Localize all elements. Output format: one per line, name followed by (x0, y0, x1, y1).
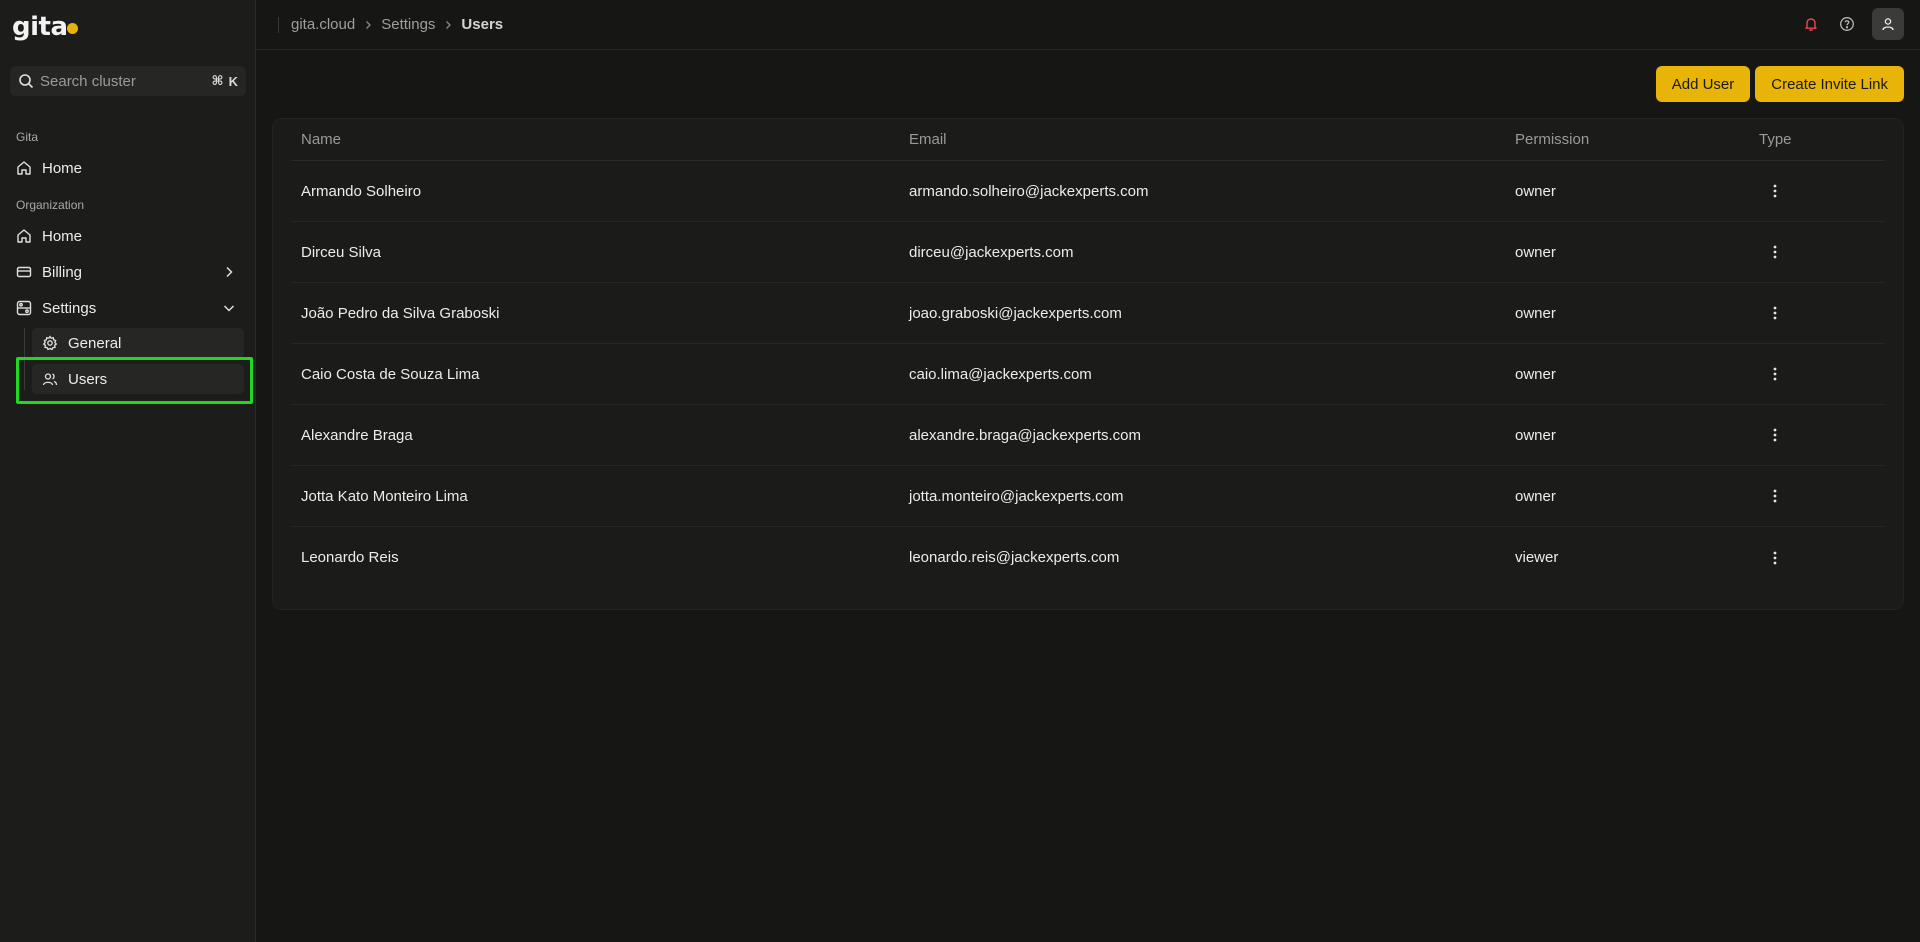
notification-bell-icon[interactable] (1800, 13, 1822, 35)
section-label-gita: Gita (16, 130, 39, 144)
column-header-email[interactable]: Email (899, 131, 1507, 148)
breadcrumb-item-gita-cloud[interactable]: gita.cloud (291, 16, 355, 33)
user-name-cell: Leonardo Reis (301, 549, 399, 566)
column-header-type[interactable]: Type (1751, 131, 1871, 148)
user-email-cell: armando.solheiro@jackexperts.com (909, 182, 1149, 200)
sidebar-item-label: Home (42, 227, 83, 245)
main-content: gita.cloud Settings Users Add User Creat… (256, 0, 1920, 942)
table-row: Alexandre Braga alexandre.braga@jackexpe… (291, 405, 1885, 466)
create-invite-link-button[interactable]: Create Invite Link (1755, 66, 1904, 102)
sidebar-item-label: Home (42, 159, 83, 177)
user-email-cell: caio.lima@jackexperts.com (909, 365, 1092, 383)
row-actions-kebab-icon[interactable] (1757, 546, 1793, 570)
section-label-organization: Organization (16, 198, 85, 212)
table-body: Armando Solheiro armando.solheiro@jackex… (291, 161, 1885, 588)
breadcrumb-chevron-icon (443, 20, 453, 30)
sidebar-item-gita-home[interactable]: Home (14, 153, 244, 183)
table-row: Caio Costa de Souza Lima caio.lima@jacke… (291, 344, 1885, 405)
user-name-cell: Caio Costa de Souza Lima (301, 365, 480, 383)
row-actions-kebab-icon[interactable] (1757, 484, 1793, 508)
user-name-cell: João Pedro da Silva Graboski (301, 304, 500, 322)
user-name-cell: Jotta Kato Monteiro Lima (301, 487, 468, 505)
gear-icon (42, 335, 58, 351)
user-name-cell: Dirceu Silva (301, 243, 382, 261)
sidebar-item-billing[interactable]: Billing (14, 257, 244, 287)
app-root: gita Search cluster ⌘ K Gita Home Organi… (0, 0, 1920, 942)
user-permission-cell: viewer (1515, 549, 1559, 566)
sidebar-item-org-home[interactable]: Home (14, 221, 244, 251)
row-actions-kebab-icon[interactable] (1757, 301, 1793, 325)
table-header: Name Email Permission Type (291, 119, 1885, 161)
sidebar-item-label: Users (68, 370, 108, 388)
chevron-down-icon (223, 305, 235, 312)
top-actions (1800, 8, 1904, 40)
row-actions-kebab-icon[interactable] (1757, 240, 1793, 264)
table-row: João Pedro da Silva Graboski joao.grabos… (291, 283, 1885, 344)
user-email-cell: dirceu@jackexperts.com (909, 243, 1074, 261)
gita-logo[interactable]: gita (12, 12, 78, 42)
subnav-divider (24, 328, 25, 390)
breadcrumb-item-settings[interactable]: Settings (381, 16, 435, 33)
search-icon (19, 74, 34, 89)
row-actions-kebab-icon[interactable] (1757, 423, 1793, 447)
row-actions-kebab-icon[interactable] (1757, 179, 1793, 203)
user-email-cell: joao.graboski@jackexperts.com (909, 304, 1122, 322)
credit-card-icon (16, 266, 32, 278)
user-permission-cell: owner (1515, 365, 1556, 383)
sidebar-item-label: Settings (42, 299, 97, 317)
user-name-cell: Alexandre Braga (301, 426, 413, 444)
home-icon (17, 161, 31, 175)
users-table: Name Email Permission Type Armando Solhe… (291, 119, 1885, 588)
search-shortcut: ⌘ K (212, 73, 238, 89)
search-cluster-input[interactable]: Search cluster ⌘ K (10, 66, 246, 96)
shortcut-key: K (228, 73, 238, 89)
user-email-cell: jotta.monteiro@jackexperts.com (909, 487, 1124, 505)
column-header-name[interactable]: Name (291, 131, 899, 148)
command-key-icon: ⌘ (211, 73, 224, 88)
topbar: gita.cloud Settings Users (256, 0, 1920, 50)
user-name-cell: Armando Solheiro (301, 182, 422, 200)
user-avatar-button[interactable] (1872, 8, 1904, 40)
user-email-cell: alexandre.braga@jackexperts.com (909, 426, 1142, 444)
user-permission-cell: owner (1515, 426, 1556, 444)
users-table-card: Name Email Permission Type Armando Solhe… (272, 118, 1904, 610)
sidebar-item-users[interactable]: Users (32, 364, 244, 394)
user-icon (1882, 18, 1894, 31)
sidebar-item-general[interactable]: General (32, 328, 244, 358)
table-row: Armando Solheiro armando.solheiro@jackex… (291, 161, 1885, 222)
sidebar-item-settings[interactable]: Settings (14, 293, 244, 323)
breadcrumb-item-users: Users (461, 16, 504, 33)
user-permission-cell: owner (1515, 182, 1556, 200)
user-permission-cell: owner (1515, 243, 1556, 261)
sidebar-item-label: General (68, 334, 122, 352)
breadcrumb-chevron-icon (363, 20, 373, 30)
help-icon[interactable] (1836, 13, 1858, 35)
users-icon (42, 373, 58, 386)
table-row: Leonardo Reis leonardo.reis@jackexperts.… (291, 527, 1885, 588)
user-permission-cell: owner (1515, 487, 1556, 505)
search-placeholder: Search cluster (40, 72, 136, 90)
page-actions: Add User Create Invite Link (1655, 66, 1904, 102)
user-email-cell: leonardo.reis@jackexperts.com (909, 549, 1120, 566)
table-row: Jotta Kato Monteiro Lima jotta.monteiro@… (291, 466, 1885, 527)
topbar-separator (278, 16, 279, 33)
row-actions-kebab-icon[interactable] (1757, 362, 1793, 386)
sidebar-item-label: Billing (42, 263, 83, 281)
add-user-button[interactable]: Add User (1655, 66, 1751, 102)
breadcrumb: gita.cloud Settings Users (291, 16, 503, 33)
logo-text: gita (12, 12, 68, 42)
home-icon (17, 229, 31, 243)
settings-panel-icon (16, 300, 32, 316)
sidebar: gita Search cluster ⌘ K Gita Home Organi… (0, 0, 256, 942)
user-permission-cell: owner (1515, 304, 1556, 322)
column-header-permission[interactable]: Permission (1507, 131, 1751, 148)
table-row: Dirceu Silva dirceu@jackexperts.com owne… (291, 222, 1885, 283)
logo-accent-dot (66, 23, 78, 34)
chevron-right-icon (226, 266, 233, 278)
